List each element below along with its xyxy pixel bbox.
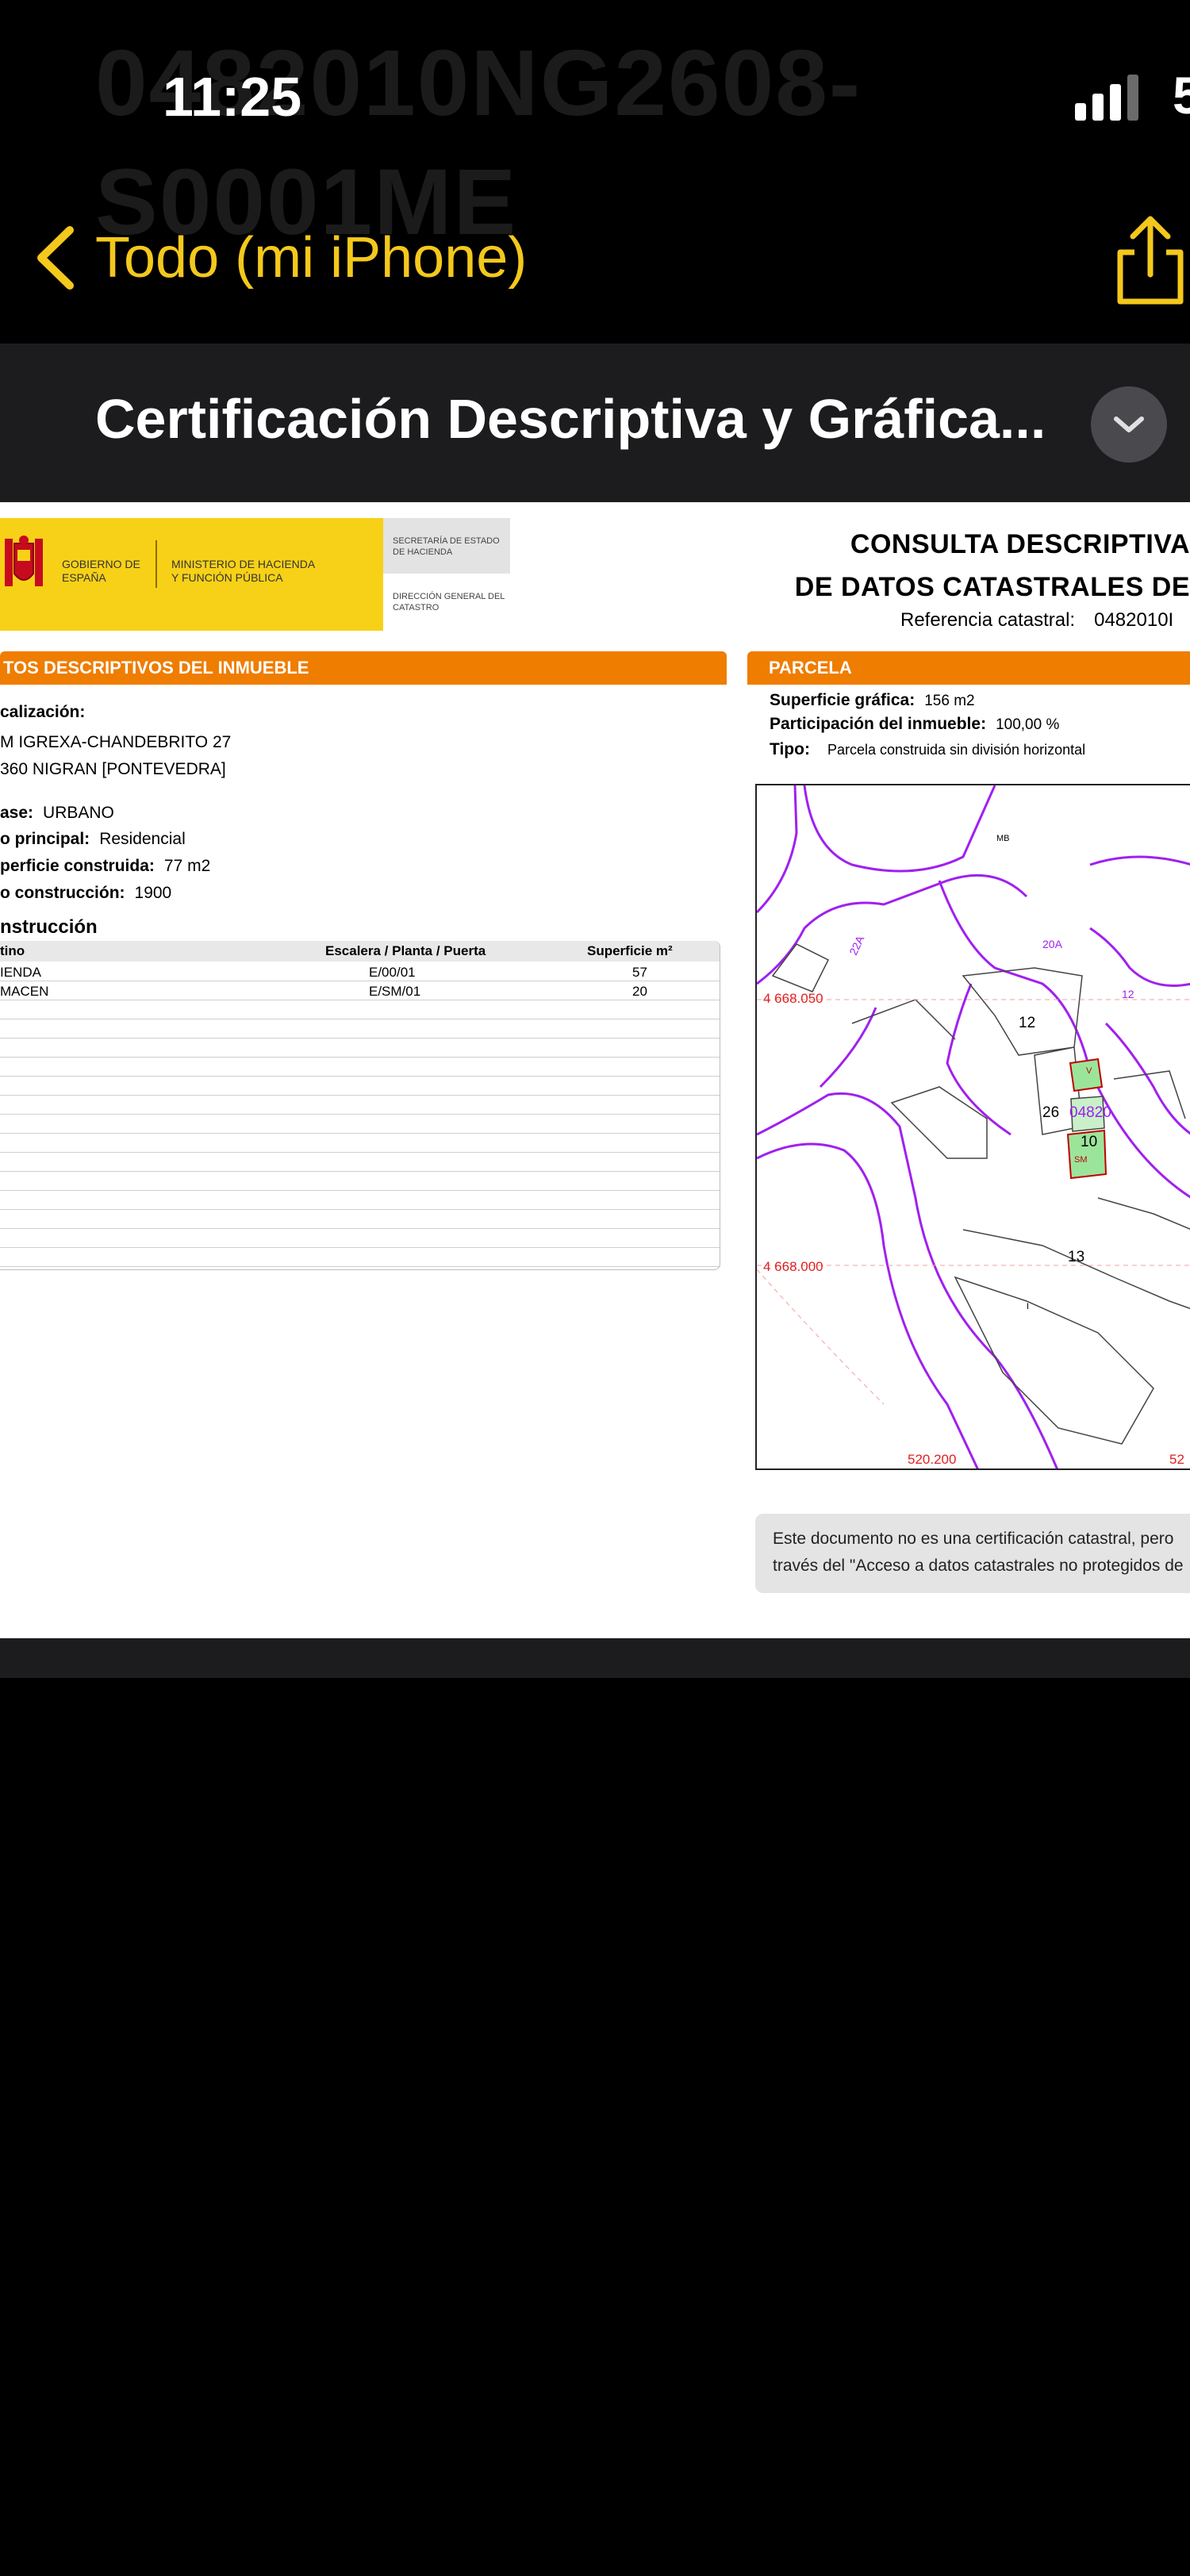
address-line2: 360 NIGRAN [PONTEVEDRA] [0,760,226,778]
back-button[interactable]: Todo (mi iPhone) [32,222,527,294]
map-label-12: 12 [1019,1015,1035,1031]
map-road-12: 12 [1122,988,1134,1000]
chevron-left-icon [37,226,74,290]
localizacion-label: calización: [0,703,86,721]
clase-value: URBANO [43,804,114,822]
map-label-13: 13 [1068,1249,1084,1265]
tipo-value: Parcela construida sin división horizont… [827,742,1086,758]
superficie-value: 77 m2 [163,857,211,875]
logo-ministerio-text: MINISTERIO DE HACIENDA Y FUNCIÓN PÚBLICA [171,558,315,584]
map-small-a: SM [1074,1155,1088,1165]
consulta-title: CONSULTA DESCRIPTIVA DE DATOS CATASTRALE… [795,523,1190,608]
map-small-b: I [1027,1302,1029,1311]
construccion-label: nstrucción [0,916,98,938]
map-small-c: V [1086,1066,1092,1076]
map-label-mb: MB [996,834,1010,843]
map-coord-bottom: 4 668.000 [763,1259,823,1274]
status-time: 11:25 [163,66,302,128]
back-label: Todo (mi iPhone) [95,226,528,290]
signal-icon [1075,71,1138,121]
map-coord-right: 52 [1169,1452,1184,1467]
map-drawing: MB 12 26 04820 10 13 4 668.050 4 668.000… [757,785,1190,1468]
map-coord-top: 4 668.050 [763,991,823,1006]
ref-value: 0482010I [1094,609,1174,631]
referencia-catastral: Referencia catastral: 0482010I [900,609,1173,632]
logo-separator [155,540,157,588]
table-cell: E/00/01 [369,965,416,980]
note-line1: Este documento no es una certificación c… [773,1530,1174,1548]
map-road-22a: 22A [846,933,866,957]
consulta-line1: CONSULTA DESCRIPTIVA [850,529,1190,559]
map-label-parcel: 04820 [1069,1104,1111,1121]
sup-grafica-label: Superficie gráfica: [770,691,916,709]
table-cell: 20 [632,984,647,999]
tipo-label: Tipo: [770,740,810,758]
direccion-text: DIRECCIÓN GENERAL DEL CATASTRO [393,592,505,612]
table-row: MACEN [0,984,49,999]
secretaria-text: SECRETARÍA DE ESTADO DE HACIENDA [393,536,500,557]
parcela-bar: PARCELA [747,651,1190,685]
note-line2: través del "Acceso a datos catastrales n… [773,1557,1184,1575]
anio-label: o construcción: [0,884,125,902]
clase-label: ase: [0,804,34,822]
ref-label: Referencia catastral: [900,609,1076,631]
coat-of-arms-icon [5,536,43,586]
share-icon[interactable] [1111,213,1190,308]
document-title[interactable]: Certificación Descriptiva y Gráfica... [95,387,1046,451]
chevron-down-icon [1114,417,1144,432]
map-label-10: 10 [1081,1134,1097,1150]
pdf-page: GOBIERNO DE ESPAÑA MINISTERIO DE HACIEND… [0,502,1190,1638]
page-bottom-bar [0,1638,1190,1678]
address-line1: M IGREXA-CHANDEBRITO 27 [0,733,232,751]
map-label-26: 26 [1042,1104,1059,1121]
cadastral-map[interactable]: MB 12 26 04820 10 13 4 668.050 4 668.000… [755,784,1190,1470]
map-coord-left: 520.200 [908,1452,956,1467]
table-cell: 57 [632,965,647,980]
sup-grafica-value: 156 m2 [924,693,975,709]
datos-descriptivos-bar: TOS DESCRIPTIVOS DEL INMUEBLE [0,651,727,685]
table-row: IENDA [0,965,41,980]
uso-label: o principal: [0,830,90,848]
logo-gobierno-text: GOBIERNO DE ESPAÑA [62,558,140,584]
superficie-label: perficie construida: [0,857,155,875]
table-border [0,941,720,1270]
anio-value: 1900 [134,884,172,902]
battery-indicator: 5 [1173,66,1190,125]
note-box: Este documento no es una certificación c… [755,1514,1190,1593]
map-road-20a: 20A [1042,938,1063,950]
uso-value: Residencial [99,830,186,848]
participacion-value: 100,00 % [996,716,1060,733]
table-cell: E/SM/01 [369,984,421,999]
expand-button[interactable] [1091,386,1167,463]
participacion-label: Participación del inmueble: [770,715,987,733]
consulta-line2: DE DATOS CATASTRALES DE [794,572,1190,602]
